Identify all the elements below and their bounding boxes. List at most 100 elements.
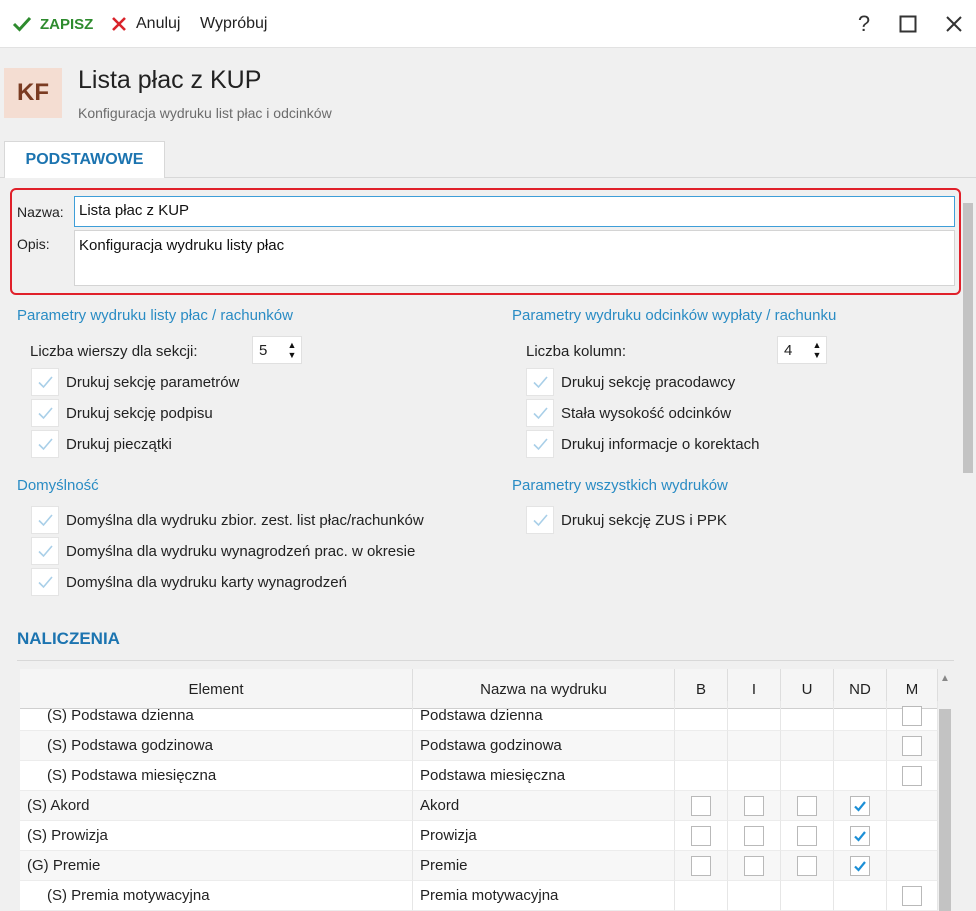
try-label: Wypróbuj [200,15,268,32]
option-print-signature[interactable]: Drukuj sekcję podpisu [31,399,213,427]
option-fixed-height[interactable]: Stała wysokość odcinków [526,399,731,427]
checkbox-nd[interactable] [850,795,870,816]
checkbox-nd[interactable] [850,855,870,876]
cell-print-name[interactable]: Premie [413,851,675,881]
columns-count-stepper[interactable]: 4 ▲ ▼ [777,336,827,364]
save-button[interactable]: ZAPISZ [12,12,93,36]
checkbox[interactable] [31,506,59,534]
checkbox-m[interactable] [902,705,922,726]
table-scrollbar[interactable]: ▲ [938,669,952,911]
description-input[interactable]: Konfiguracja wydruku listy płac [74,230,955,286]
cell-print-name[interactable]: Prowizja [413,821,675,851]
table-row[interactable]: (G) Premie Premie [20,851,938,881]
cell-element[interactable]: (S) Podstawa godzinowa [20,731,413,761]
rows-per-section-stepper[interactable]: 5 ▲ ▼ [252,336,302,364]
option-print-params[interactable]: Drukuj sekcję parametrów [31,368,239,396]
option-print-zus-ppk[interactable]: Drukuj sekcję ZUS i PPK [526,506,727,534]
checkbox[interactable] [526,399,554,427]
toolbar: ZAPISZ Anuluj Wypróbuj ? [0,0,976,48]
cell-print-name[interactable]: Premia motywacyjna [413,881,675,911]
check-icon [38,376,53,389]
page-header: KF Lista płac z KUP Konfiguracja wydruku… [0,48,976,140]
maximize-icon [899,15,917,33]
checkbox-u[interactable] [797,825,817,846]
table-row[interactable]: (S) Podstawa dzienna Podstawa dzienna [20,701,938,731]
check-icon [533,438,548,451]
cell-element[interactable]: (S) Podstawa dzienna [20,701,413,731]
checkbox[interactable] [31,430,59,458]
checkbox[interactable] [31,368,59,396]
cell-i [728,761,781,791]
form-scrollbar-thumb[interactable] [963,203,973,473]
checkbox-m[interactable] [902,885,922,906]
cell-u [781,701,834,731]
checkbox[interactable] [31,537,59,565]
stepper-arrows-icon[interactable]: ▲ ▼ [287,340,297,360]
close-button[interactable] [940,10,968,38]
table-row[interactable]: (S) Podstawa miesięczna Podstawa miesięcz… [20,761,938,791]
section-title-all-params: Parametry wszystkich wydruków [512,477,728,494]
checkbox[interactable] [526,368,554,396]
tab-podstawowe[interactable]: PODSTAWOWE [4,141,165,178]
cell-element[interactable]: (S) Prowizja [20,821,413,851]
option-default-period[interactable]: Domyślna dla wydruku wynagrodzeń prac. w… [31,537,415,565]
table-row[interactable]: (S) Podstawa godzinowa Podstawa godzinowa [20,731,938,761]
checkbox-b[interactable] [691,855,711,876]
checkbox-b[interactable] [691,825,711,846]
name-input[interactable]: Lista płac z KUP [74,196,955,227]
cell-b [675,731,728,761]
cancel-button[interactable]: Anuluj [110,12,180,36]
option-default-card[interactable]: Domyślna dla wydruku karty wynagrodzeń [31,568,347,596]
cell-m [887,851,938,881]
option-print-corrections[interactable]: Drukuj informacje o korektach [526,430,759,458]
scroll-up-icon[interactable]: ▲ [938,673,952,684]
cell-nd [834,731,887,761]
help-button[interactable]: ? [850,10,878,38]
checkbox-u[interactable] [797,795,817,816]
cell-element[interactable]: (S) Premia motywacyjna [20,881,413,911]
checkbox-b[interactable] [691,795,711,816]
try-button[interactable]: Wypróbuj [200,12,267,36]
option-label: Drukuj pieczątki [66,435,172,453]
cell-i [728,881,781,911]
cell-nd [834,821,887,851]
option-default-summary[interactable]: Domyślna dla wydruku zbior. zest. list p… [31,506,424,534]
checkbox-nd[interactable] [850,825,870,846]
checkbox[interactable] [526,430,554,458]
table-row[interactable]: (S) Akord Akord [20,791,938,821]
option-print-employer[interactable]: Drukuj sekcję pracodawcy [526,368,735,396]
cancel-label: Anuluj [136,15,181,32]
cell-element[interactable]: (S) Akord [20,791,413,821]
checkbox[interactable] [31,568,59,596]
table-scrollbar-thumb[interactable] [939,709,951,911]
content-area: Nazwa: Lista płac z KUP Opis: Konfigurac… [0,178,976,911]
rows-per-section-label: Liczba wierszy dla sekcji: [30,343,198,360]
cell-element[interactable]: (S) Podstawa miesięczna [20,761,413,791]
cell-print-name[interactable]: Podstawa miesięczna [413,761,675,791]
cell-element[interactable]: (G) Premie [20,851,413,881]
option-label: Drukuj sekcję pracodawcy [561,373,736,391]
checkbox-m[interactable] [902,735,922,756]
checkbox[interactable] [526,506,554,534]
help-icon: ? [857,11,871,36]
option-print-stamps[interactable]: Drukuj pieczątki [31,430,172,458]
stepper-arrows-icon[interactable]: ▲ ▼ [812,340,822,360]
checkbox-u[interactable] [797,855,817,876]
table-row[interactable]: (S) Prowizja Prowizja [20,821,938,851]
cell-print-name[interactable]: Akord [413,791,675,821]
checkbox[interactable] [31,399,59,427]
form-scrollbar[interactable] [961,203,975,473]
checkbox-i[interactable] [744,855,764,876]
cell-print-name[interactable]: Podstawa dzienna [413,701,675,731]
maximize-button[interactable] [894,10,922,38]
section-title-defaults: Domyślność [17,477,99,494]
checkbox-i[interactable] [744,795,764,816]
option-label: Domyślna dla wydruku zbior. zest. list p… [66,511,424,529]
cell-print-name[interactable]: Podstawa godzinowa [413,731,675,761]
checkbox-i[interactable] [744,825,764,846]
cell-u [781,821,834,851]
cell-u [781,731,834,761]
table-row[interactable]: (S) Premia motywacyjna Premia motywacyjna [20,881,938,911]
checkbox-m[interactable] [902,765,922,786]
cell-b [675,881,728,911]
